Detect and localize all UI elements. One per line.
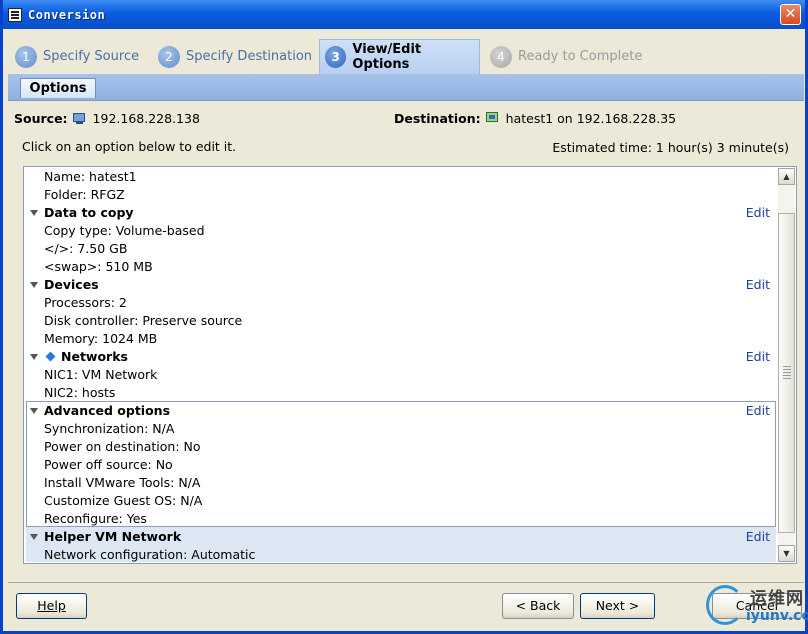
list-item[interactable]: Customize Guest OS: N/A [44,493,202,508]
edit-data-to-copy-link[interactable]: Edit [746,205,770,220]
edit-advanced-options-link[interactable]: Edit [746,403,770,418]
close-button[interactable]: ✕ [780,4,801,25]
scroll-up-button[interactable]: ▲ [778,168,795,185]
watermark-circle-icon [706,585,744,625]
conversion-window: Conversion ✕ 1 Specify Source 2 Specify … [0,0,808,634]
list-item[interactable]: Processors: 2 [44,295,127,310]
list-item[interactable]: </>: 7.50 GB [44,241,127,256]
footer-divider [8,582,804,583]
window-title: Conversion [28,8,106,22]
section-networks[interactable]: Networks [30,349,128,364]
section-title: Helper VM Network [44,529,182,544]
next-button[interactable]: Next > [580,593,655,619]
back-button[interactable]: < Back [502,593,574,619]
help-button[interactable]: Help [16,593,87,619]
vm-icon [485,112,500,125]
list-item[interactable]: Install VMware Tools: N/A [44,475,200,490]
option-name[interactable]: Name: hatest1 [44,169,137,184]
list-item[interactable]: <swap>: 510 MB [44,259,153,274]
list-item[interactable]: Reconfigure: Yes [44,511,147,526]
section-title: Devices [44,277,99,292]
options-list: Name: hatest1 Folder: RFGZ Data to copy … [23,166,797,564]
collapse-triangle-icon [30,209,38,216]
collapse-triangle-icon [30,353,38,360]
list-item[interactable]: Synchronization: N/A [44,421,174,436]
section-data-to-copy[interactable]: Data to copy [30,205,134,220]
section-title: Networks [61,349,128,364]
section-title: Data to copy [44,205,134,220]
collapse-triangle-icon [30,281,38,288]
estimated-time: Estimated time: 1 hour(s) 3 minute(s) [552,140,789,155]
step-number: 2 [158,45,180,68]
watermark-logo: 运维网 iyunv.com [706,581,808,631]
instruction-text: Click on an option below to edit it. [22,139,237,154]
step-label: Ready to Complete [518,49,643,64]
list-item[interactable]: NIC1: VM Network [44,367,157,382]
step-view-edit-options[interactable]: 3 View/Edit Options [319,39,480,74]
destination-label: Destination: [394,111,481,126]
edit-devices-link[interactable]: Edit [746,277,770,292]
step-label: View/Edit Options [352,42,422,72]
source-line: Source: 192.168.228.138 [14,111,200,126]
section-helper-vm-network[interactable]: Helper VM Network [30,529,181,544]
title-bar: Conversion ✕ [3,0,805,29]
list-item[interactable]: Network configuration: Automatic [44,547,255,562]
edit-helper-vm-network-link[interactable]: Edit [746,529,770,544]
list-item[interactable]: Power off source: No [44,457,173,472]
option-folder[interactable]: Folder: RFGZ [44,187,125,202]
help-button-label: Help [37,598,66,613]
step-label: Specify Destination [186,49,313,64]
collapse-triangle-icon [30,533,38,540]
options-tab-bar: Options [8,74,804,101]
step-label: Specify Source [43,49,140,64]
list-item[interactable]: Power on destination: No [44,439,201,454]
source-value: 192.168.228.138 [92,111,200,126]
step-specify-destination[interactable]: 2 Specify Destination [158,39,312,74]
watermark-bottom-text: iyunv.com [746,608,808,624]
destination-value: hatest1 on 192.168.228.35 [505,111,677,126]
section-title: Advanced options [44,403,171,418]
step-number: 1 [15,45,37,68]
app-icon [8,8,22,22]
edit-networks-link[interactable]: Edit [746,349,770,364]
collapse-triangle-icon [30,407,38,414]
tab-options[interactable]: Options [20,78,96,98]
list-item[interactable]: Memory: 1024 MB [44,331,157,346]
wizard-steps: 1 Specify Source 2 Specify Destination 3… [3,29,805,74]
step-number: 3 [325,46,347,68]
section-advanced-options[interactable]: Advanced options [30,403,170,418]
watermark-top-text: 运维网 [750,589,804,609]
close-icon: ✕ [784,6,797,22]
list-item[interactable]: Copy type: Volume-based [44,223,205,238]
section-devices[interactable]: Devices [30,277,99,292]
monitor-icon [72,112,87,125]
step-specify-source[interactable]: 1 Specify Source [15,39,139,74]
source-label: Source: [14,111,68,126]
info-diamond-icon [45,351,56,362]
scroll-down-button[interactable]: ▼ [778,545,795,562]
vertical-scrollbar[interactable]: ▲ ▼ [778,168,795,562]
step-ready-to-complete: 4 Ready to Complete [490,39,642,74]
destination-line: Destination: hatest1 on 192.168.228.35 [394,111,676,126]
list-item[interactable]: Disk controller: Preserve source [44,313,242,328]
scroll-thumb[interactable] [778,213,795,533]
step-number: 4 [490,45,512,68]
list-item[interactable]: NIC2: hosts [44,385,115,400]
